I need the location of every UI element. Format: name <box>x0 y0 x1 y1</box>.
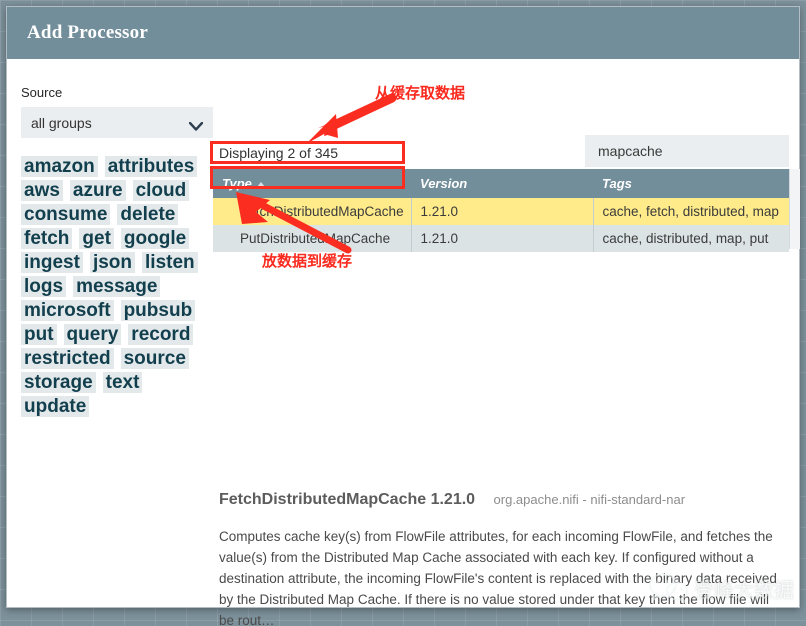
tag-chip[interactable]: text <box>102 372 143 393</box>
cell-type-label: PutDistributedMapCache <box>240 231 391 246</box>
description-bundle: org.apache.nifi - nifi-standard-nar <box>493 492 686 507</box>
tag-chip[interactable]: update <box>21 396 90 417</box>
tag-chip[interactable]: azure <box>69 180 126 201</box>
tag-chip[interactable]: restricted <box>21 348 114 369</box>
page-title: Add Processor <box>27 22 148 43</box>
tag-chip[interactable]: logs <box>21 276 67 297</box>
processor-description-panel: FetchDistributedMapCache 1.21.0 org.apac… <box>219 491 785 626</box>
source-label: Source <box>21 85 63 100</box>
cell-type[interactable]: PutDistributedMapCache <box>213 225 412 252</box>
search-input[interactable] <box>596 142 778 160</box>
table-scrollbar[interactable] <box>789 169 800 249</box>
tag-chip[interactable]: microsoft <box>21 300 114 321</box>
table-row[interactable]: FetchDistributedMapCache 1.21.0 cache, f… <box>213 198 789 225</box>
description-title: FetchDistributedMapCache 1.21.0 <box>219 491 476 508</box>
column-header-type-label: Type <box>222 176 252 191</box>
tag-chip[interactable]: get <box>79 228 114 249</box>
source-select[interactable]: all groups <box>21 107 213 138</box>
tag-cloud: amazon attributes aws azure cloud consum… <box>21 156 217 417</box>
source-select-value: all groups <box>31 114 92 131</box>
cell-tags: cache, distributed, map, put <box>593 225 789 252</box>
tag-chip[interactable]: storage <box>21 372 96 393</box>
table-row[interactable]: PutDistributedMapCache 1.21.0 cache, dis… <box>213 225 789 252</box>
tag-chip[interactable]: fetch <box>21 228 73 249</box>
tag-chip[interactable]: attributes <box>104 156 198 177</box>
tag-chip[interactable]: record <box>128 324 194 345</box>
result-count: Displaying 2 of 345 <box>219 145 339 161</box>
annotation-fetch-note: 从缓存取数据 <box>375 84 466 102</box>
search-field-wrapper[interactable] <box>585 135 789 167</box>
column-header-type[interactable]: Type <box>213 169 411 198</box>
tag-chip[interactable]: google <box>120 228 190 249</box>
tag-chip[interactable]: query <box>63 324 122 345</box>
tag-chip[interactable]: json <box>89 252 136 273</box>
dialog-body: Source all groups amazon attributes aws … <box>7 59 800 626</box>
tag-chip[interactable]: consume <box>21 204 111 225</box>
tag-chip[interactable]: source <box>120 348 189 369</box>
annotation-put-note: 放数据到缓存 <box>262 252 353 270</box>
cell-type-label: FetchDistributedMapCache <box>240 204 404 219</box>
cell-type[interactable]: FetchDistributedMapCache <box>213 198 412 225</box>
screen: Add Processor Source all groups amazon a… <box>0 0 806 626</box>
tag-chip[interactable]: cloud <box>132 180 190 201</box>
tag-chip[interactable]: pubsub <box>120 300 196 321</box>
tag-chip[interactable]: delete <box>117 204 179 225</box>
cell-version: 1.21.0 <box>411 198 594 225</box>
column-header-tags[interactable]: Tags <box>593 169 789 198</box>
tag-chip[interactable]: message <box>73 276 161 297</box>
cell-tags: cache, fetch, distributed, map <box>593 198 789 225</box>
description-body: Computes cache key(s) from FlowFile attr… <box>219 529 777 626</box>
sort-ascending-icon <box>256 182 265 188</box>
tag-chip[interactable]: aws <box>21 180 63 201</box>
chevron-down-icon <box>188 118 204 131</box>
tag-chip[interactable]: amazon <box>21 156 98 177</box>
tag-chip[interactable]: put <box>21 324 57 345</box>
source-filter-panel: Source all groups amazon attributes aws … <box>21 85 213 417</box>
dialog-header: Add Processor <box>7 7 799 59</box>
tag-chip[interactable]: ingest <box>21 252 83 273</box>
column-header-version[interactable]: Version <box>411 169 593 198</box>
tag-chip[interactable]: listen <box>142 252 198 273</box>
processor-table: Type Version Tags FetchDistributedMapCac… <box>213 169 789 252</box>
cell-version: 1.21.0 <box>411 225 594 252</box>
table-header-row: Type Version Tags <box>213 169 789 198</box>
